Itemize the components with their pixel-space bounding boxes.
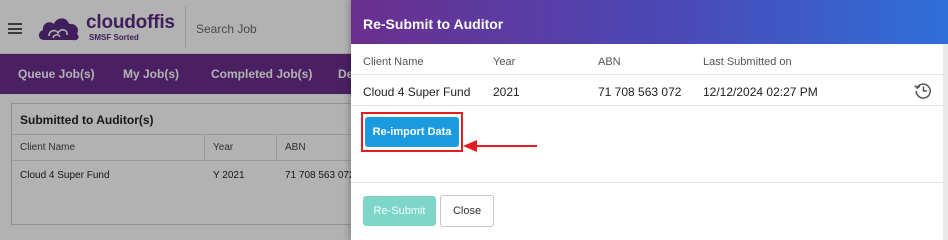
cell-abn: 71 708 563 072 — [598, 85, 682, 99]
screen: cloudoffis SMSF Sorted Search Job Queue … — [0, 0, 948, 240]
scrollbar[interactable] — [943, 44, 948, 240]
resubmit-button[interactable]: Re-Submit — [363, 196, 436, 226]
divider — [351, 74, 948, 75]
history-icon[interactable] — [913, 80, 933, 100]
cell-last-submitted: 12/12/2024 02:27 PM — [703, 85, 818, 99]
divider — [351, 182, 948, 183]
resubmit-modal: Re-Submit to Auditor Client Name Year AB… — [351, 0, 948, 240]
cell-client-name: Cloud 4 Super Fund — [363, 85, 471, 99]
cell-year: 2021 — [493, 85, 520, 99]
modal-title: Re-Submit to Auditor — [363, 16, 504, 32]
reimport-data-button[interactable]: Re-import Data — [365, 117, 459, 147]
column-header-last-submitted: Last Submitted on — [703, 56, 792, 68]
divider — [351, 105, 948, 106]
annotation-arrow-icon — [463, 140, 537, 152]
column-header-client-name: Client Name — [363, 56, 424, 68]
close-button[interactable]: Close — [440, 195, 494, 227]
column-header-abn: ABN — [598, 56, 621, 68]
column-header-year: Year — [493, 56, 516, 68]
modal-header: Re-Submit to Auditor — [351, 0, 948, 44]
